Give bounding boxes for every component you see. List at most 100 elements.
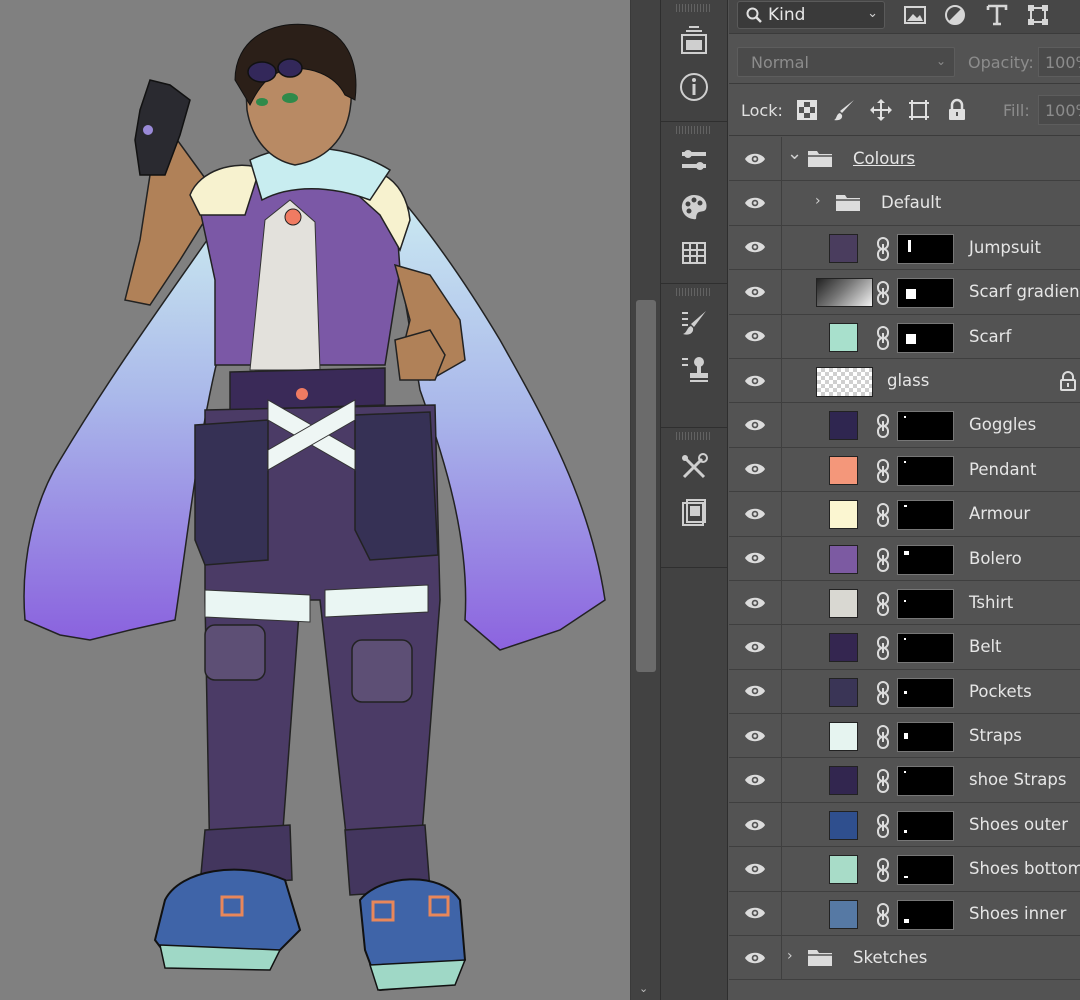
layer-visibility-toggle[interactable] — [729, 847, 782, 891]
opacity-input[interactable]: 100% — [1038, 47, 1080, 77]
swatches-icon[interactable] — [661, 184, 727, 230]
scrollbar-thumb[interactable] — [636, 300, 656, 672]
layer-row[interactable]: Pockets — [729, 669, 1080, 715]
brush-settings-icon[interactable] — [661, 300, 727, 346]
layer-row[interactable]: Pendant — [729, 447, 1080, 493]
layer-row[interactable]: glass — [729, 358, 1080, 404]
panel-grip[interactable] — [676, 4, 712, 12]
panel-grip[interactable] — [676, 126, 712, 134]
layer-row[interactable]: Shoes inner — [729, 891, 1080, 937]
layer-mask-thumbnail[interactable] — [897, 722, 954, 753]
layer-row[interactable]: ⌄ Colours — [729, 137, 1080, 182]
lock-transparent-pixels-icon[interactable] — [795, 98, 819, 122]
color-fill-swatch[interactable] — [829, 766, 858, 796]
document-canvas[interactable] — [0, 0, 630, 1000]
mask-link-icon[interactable] — [875, 902, 891, 927]
layer-row[interactable]: Scarf gradient — [729, 270, 1080, 315]
layer-mask-thumbnail[interactable] — [897, 855, 954, 886]
panel-grip[interactable] — [676, 432, 712, 440]
chevron-right-icon[interactable]: › — [815, 193, 821, 209]
mask-link-icon[interactable] — [875, 547, 891, 572]
layer-row[interactable]: › Default — [729, 181, 1080, 226]
layer-mask-thumbnail[interactable] — [897, 322, 954, 353]
mask-link-icon[interactable] — [875, 236, 891, 261]
adjustment-circle-icon[interactable] — [943, 3, 967, 27]
mask-link-icon[interactable] — [875, 680, 891, 705]
lock-artboard-icon[interactable] — [907, 98, 931, 122]
layer-visibility-toggle[interactable] — [729, 270, 782, 314]
info-icon[interactable] — [661, 64, 727, 110]
blend-mode-select[interactable]: Normal ⌄ — [737, 47, 955, 77]
layer-row[interactable]: Tshirt — [729, 580, 1080, 626]
chevron-right-icon[interactable]: › — [787, 948, 793, 964]
color-fill-swatch[interactable] — [829, 455, 858, 485]
mask-link-icon[interactable] — [875, 591, 891, 616]
color-fill-swatch[interactable] — [829, 500, 858, 530]
color-fill-swatch[interactable] — [829, 233, 858, 263]
layer-visibility-toggle[interactable] — [729, 137, 782, 181]
layer-mask-thumbnail[interactable] — [897, 500, 954, 531]
layer-row[interactable]: shoe Straps — [729, 758, 1080, 803]
color-fill-swatch[interactable] — [829, 810, 858, 840]
layer-visibility-toggle[interactable] — [729, 580, 782, 625]
layer-visibility-toggle[interactable] — [729, 936, 782, 980]
layer-mask-thumbnail[interactable] — [897, 233, 954, 264]
layer-row[interactable]: Scarf — [729, 314, 1080, 359]
color-fill-swatch[interactable] — [829, 633, 858, 663]
mask-link-icon[interactable] — [875, 769, 891, 794]
panel-grip[interactable] — [676, 288, 712, 296]
lock-image-pixels-icon[interactable] — [832, 98, 856, 122]
layer-row[interactable]: Bolero — [729, 536, 1080, 581]
fill-input[interactable]: 100% — [1038, 95, 1080, 125]
gradient-fill-thumbnail[interactable] — [816, 278, 873, 308]
libraries-icon[interactable] — [661, 490, 727, 536]
mask-link-icon[interactable] — [875, 458, 891, 483]
layer-visibility-toggle[interactable] — [729, 181, 782, 225]
history-icon[interactable] — [661, 18, 727, 64]
layer-visibility-toggle[interactable] — [729, 492, 782, 536]
layer-visibility-toggle[interactable] — [729, 891, 782, 936]
color-fill-swatch[interactable] — [829, 899, 858, 929]
layer-visibility-toggle[interactable] — [729, 403, 782, 447]
properties-icon[interactable] — [661, 138, 727, 184]
layer-visibility-toggle[interactable] — [729, 625, 782, 669]
layer-row[interactable]: Shoes bottom — [729, 847, 1080, 892]
mask-link-icon[interactable] — [875, 325, 891, 350]
color-fill-swatch[interactable] — [829, 544, 858, 574]
mask-link-icon[interactable] — [875, 414, 891, 439]
color-fill-swatch[interactable] — [829, 322, 858, 352]
color-fill-swatch[interactable] — [829, 588, 858, 618]
layer-mask-thumbnail[interactable] — [897, 455, 954, 486]
color-fill-swatch[interactable] — [829, 855, 858, 885]
layer-row[interactable]: Goggles — [729, 403, 1080, 448]
tools-icon[interactable] — [661, 444, 727, 490]
layer-row[interactable]: Shoes outer — [729, 802, 1080, 848]
layer-visibility-toggle[interactable] — [729, 669, 782, 714]
shape-transform-icon[interactable] — [1026, 3, 1050, 27]
grid-icon[interactable] — [661, 230, 727, 276]
layer-mask-thumbnail[interactable] — [897, 544, 954, 575]
image-icon[interactable] — [903, 3, 927, 27]
chevron-down-icon[interactable]: ⌄ — [787, 143, 802, 164]
layer-visibility-toggle[interactable] — [729, 714, 782, 758]
canvas-vertical-scrollbar[interactable]: ⌄ — [630, 0, 660, 1000]
mask-link-icon[interactable] — [875, 281, 891, 306]
layer-mask-thumbnail[interactable] — [897, 411, 954, 442]
layer-row[interactable]: Belt — [729, 625, 1080, 670]
scroll-down-icon[interactable]: ⌄ — [639, 982, 648, 995]
layer-mask-thumbnail[interactable] — [897, 633, 954, 664]
layer-visibility-toggle[interactable] — [729, 802, 782, 847]
mask-link-icon[interactable] — [875, 503, 891, 528]
layer-mask-thumbnail[interactable] — [897, 810, 954, 841]
color-fill-swatch[interactable] — [829, 677, 858, 707]
mask-link-icon[interactable] — [875, 725, 891, 750]
layer-row[interactable]: Jumpsuit — [729, 225, 1080, 271]
layer-mask-thumbnail[interactable] — [897, 766, 954, 797]
layer-row[interactable]: Armour — [729, 492, 1080, 537]
layer-row[interactable]: Straps — [729, 714, 1080, 759]
color-fill-swatch[interactable] — [829, 722, 858, 752]
type-icon[interactable] — [985, 3, 1009, 27]
layer-mask-thumbnail[interactable] — [897, 899, 954, 930]
mask-link-icon[interactable] — [875, 858, 891, 883]
layer-visibility-toggle[interactable] — [729, 314, 782, 358]
